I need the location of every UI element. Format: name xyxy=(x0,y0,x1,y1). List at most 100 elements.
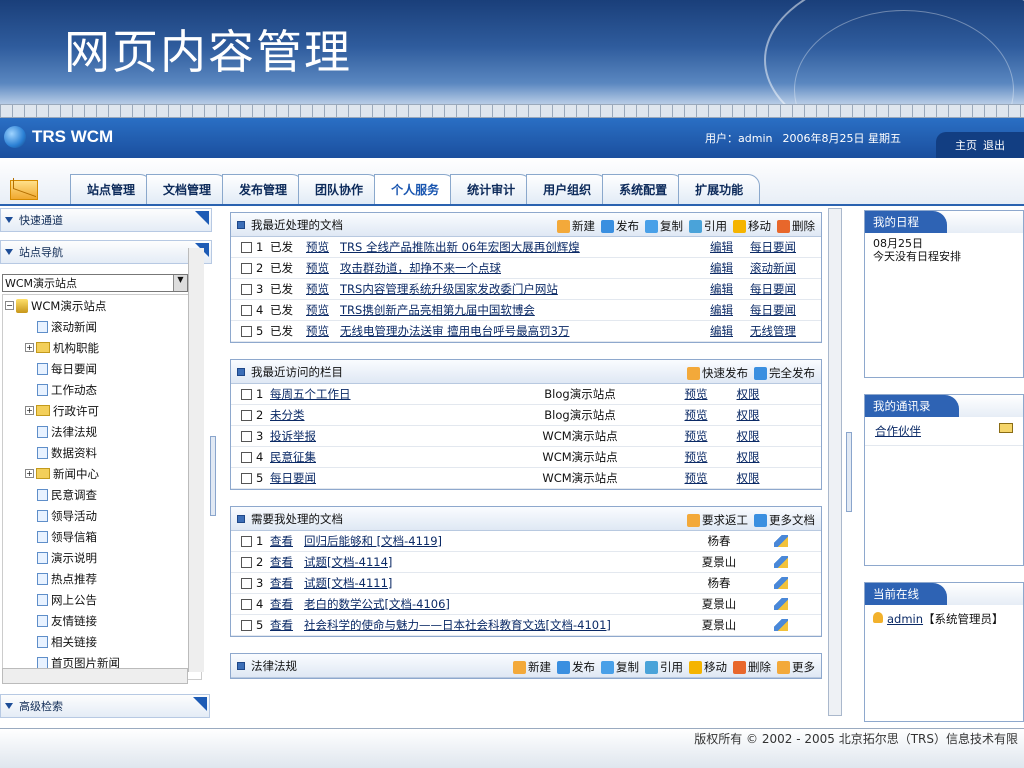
doc-title-link[interactable]: TRS携创新产品亮相第九届中国软博会 xyxy=(340,302,710,318)
process-icon[interactable] xyxy=(774,535,788,547)
tree-item-label[interactable]: 网上公告 xyxy=(51,592,97,608)
tree-item-label[interactable]: 友情链接 xyxy=(51,613,97,629)
action-button[interactable]: 新建 xyxy=(557,218,595,234)
tree-item[interactable]: 相关链接 xyxy=(3,631,201,652)
tab-8[interactable]: 扩展功能 xyxy=(678,174,761,204)
advanced-search-header[interactable]: 高级检索 xyxy=(0,694,210,718)
tab-2[interactable]: 发布管理 xyxy=(222,174,305,204)
view-link[interactable]: 查看 xyxy=(270,575,304,591)
tree-item[interactable]: 领导活动 xyxy=(3,505,201,526)
column-name-link[interactable]: 未分类 xyxy=(270,407,490,423)
preview-link[interactable]: 预览 xyxy=(306,302,340,318)
tree-item[interactable]: 网上公告 xyxy=(3,589,201,610)
preview-link[interactable]: 预览 xyxy=(306,281,340,297)
contact-card-icon[interactable] xyxy=(999,423,1013,433)
tab-1[interactable]: 文档管理 xyxy=(146,174,229,204)
row-checkbox[interactable] xyxy=(241,388,252,400)
tree-item[interactable]: 每日要闻 xyxy=(3,358,201,379)
tree-item-label[interactable]: 行政许可 xyxy=(53,403,99,419)
tree-item-label[interactable]: 演示说明 xyxy=(51,550,97,566)
permission-link[interactable]: 权限 xyxy=(722,470,774,486)
row-checkbox[interactable] xyxy=(241,262,252,274)
tree-item[interactable]: + 行政许可 xyxy=(3,400,201,421)
preview-link[interactable]: 预览 xyxy=(306,323,340,339)
tree-item-label[interactable]: 民意调查 xyxy=(51,487,97,503)
doc-title-link[interactable]: 社会科学的使命与魅力——日本社会科教育文选[文档-4101] xyxy=(304,617,684,633)
permission-link[interactable]: 权限 xyxy=(722,428,774,444)
channel-link[interactable]: 每日要闻 xyxy=(750,239,808,255)
row-checkbox[interactable] xyxy=(241,451,252,463)
process-icon[interactable] xyxy=(774,577,788,589)
row-checkbox[interactable] xyxy=(241,283,252,295)
edit-link[interactable]: 编辑 xyxy=(710,281,750,297)
tree-item-label[interactable]: 滚动新闻 xyxy=(51,319,97,335)
tree-item[interactable]: + 新闻中心 xyxy=(3,463,201,484)
edit-link[interactable]: 编辑 xyxy=(710,302,750,318)
tree-item-label[interactable]: 相关链接 xyxy=(51,634,97,650)
preview-link[interactable]: 预览 xyxy=(306,260,340,276)
tree-item[interactable]: 工作动态 xyxy=(3,379,201,400)
online-user-name[interactable]: admin xyxy=(887,612,923,626)
channel-link[interactable]: 滚动新闻 xyxy=(750,260,808,276)
tree-item-label[interactable]: 热点推荐 xyxy=(51,571,97,587)
channel-link[interactable]: 每日要闻 xyxy=(750,281,808,297)
center-scrollbar[interactable] xyxy=(828,208,842,716)
row-checkbox[interactable] xyxy=(241,598,252,610)
view-link[interactable]: 查看 xyxy=(270,617,304,633)
action-button[interactable]: 引用 xyxy=(645,659,683,675)
action-button[interactable]: 移动 xyxy=(733,218,771,234)
edit-link[interactable]: 编辑 xyxy=(710,260,750,276)
preview-link[interactable]: 预览 xyxy=(670,428,722,444)
action-button[interactable]: 新建 xyxy=(513,659,551,675)
row-checkbox[interactable] xyxy=(241,556,252,568)
permission-link[interactable]: 权限 xyxy=(722,386,774,402)
tab-7[interactable]: 系统配置 xyxy=(602,174,685,204)
tree-item-label[interactable]: 新闻中心 xyxy=(53,466,99,482)
tree-scrollbar[interactable] xyxy=(188,248,204,672)
action-button[interactable]: 要求返工 xyxy=(687,512,748,528)
tab-4[interactable]: 个人服务 xyxy=(374,174,457,204)
tree-item[interactable]: − WCM演示站点 xyxy=(3,295,201,316)
row-checkbox[interactable] xyxy=(241,409,252,421)
doc-title-link[interactable]: 试题[文档-4111] xyxy=(304,575,684,591)
preview-link[interactable]: 预览 xyxy=(670,407,722,423)
expand-icon[interactable]: + xyxy=(25,469,34,478)
tab-5[interactable]: 统计审计 xyxy=(450,174,533,204)
action-button[interactable]: 发布 xyxy=(601,218,639,234)
tree-item[interactable]: 领导信箱 xyxy=(3,526,201,547)
tree-item[interactable]: 热点推荐 xyxy=(3,568,201,589)
preview-link[interactable]: 预览 xyxy=(306,239,340,255)
channel-link[interactable]: 无线管理 xyxy=(750,323,808,339)
collapse-icon[interactable]: − xyxy=(5,301,14,310)
action-button[interactable]: 复制 xyxy=(645,218,683,234)
tree-item-label[interactable]: 工作动态 xyxy=(51,382,97,398)
action-button[interactable]: 更多 xyxy=(777,659,815,675)
contact-label[interactable]: 合作伙伴 xyxy=(875,423,921,439)
site-nav-header[interactable]: 站点导航 xyxy=(0,240,212,264)
row-checkbox[interactable] xyxy=(241,304,252,316)
row-checkbox[interactable] xyxy=(241,535,252,547)
channel-link[interactable]: 每日要闻 xyxy=(750,302,808,318)
column-name-link[interactable]: 投诉举报 xyxy=(270,428,490,444)
preview-link[interactable]: 预览 xyxy=(670,470,722,486)
row-checkbox[interactable] xyxy=(241,472,252,484)
tree-item-label[interactable]: 数据资料 xyxy=(51,445,97,461)
doc-title-link[interactable]: TRS内容管理系统升级国家发改委门户网站 xyxy=(340,281,710,297)
row-checkbox[interactable] xyxy=(241,430,252,442)
column-name-link[interactable]: 每日要闻 xyxy=(270,470,490,486)
action-button[interactable]: 引用 xyxy=(689,218,727,234)
tree-item-label[interactable]: 法律法规 xyxy=(51,424,97,440)
tree-item[interactable]: 演示说明 xyxy=(3,547,201,568)
tree-item[interactable]: 民意调查 xyxy=(3,484,201,505)
process-icon[interactable] xyxy=(774,598,788,610)
expand-icon[interactable]: + xyxy=(25,343,34,352)
action-button[interactable]: 删除 xyxy=(777,218,815,234)
tree-item-label[interactable]: 领导信箱 xyxy=(51,529,97,545)
action-button[interactable]: 删除 xyxy=(733,659,771,675)
logout-link[interactable]: 退出 xyxy=(983,137,1005,153)
process-icon[interactable] xyxy=(774,619,788,631)
doc-title-link[interactable]: 试题[文档-4114] xyxy=(304,554,684,570)
tree-item[interactable]: 友情链接 xyxy=(3,610,201,631)
tree-item[interactable]: + 机构职能 xyxy=(3,337,201,358)
doc-title-link[interactable]: TRS 全线产品推陈出新 06年宏图大展再创辉煌 xyxy=(340,239,710,255)
